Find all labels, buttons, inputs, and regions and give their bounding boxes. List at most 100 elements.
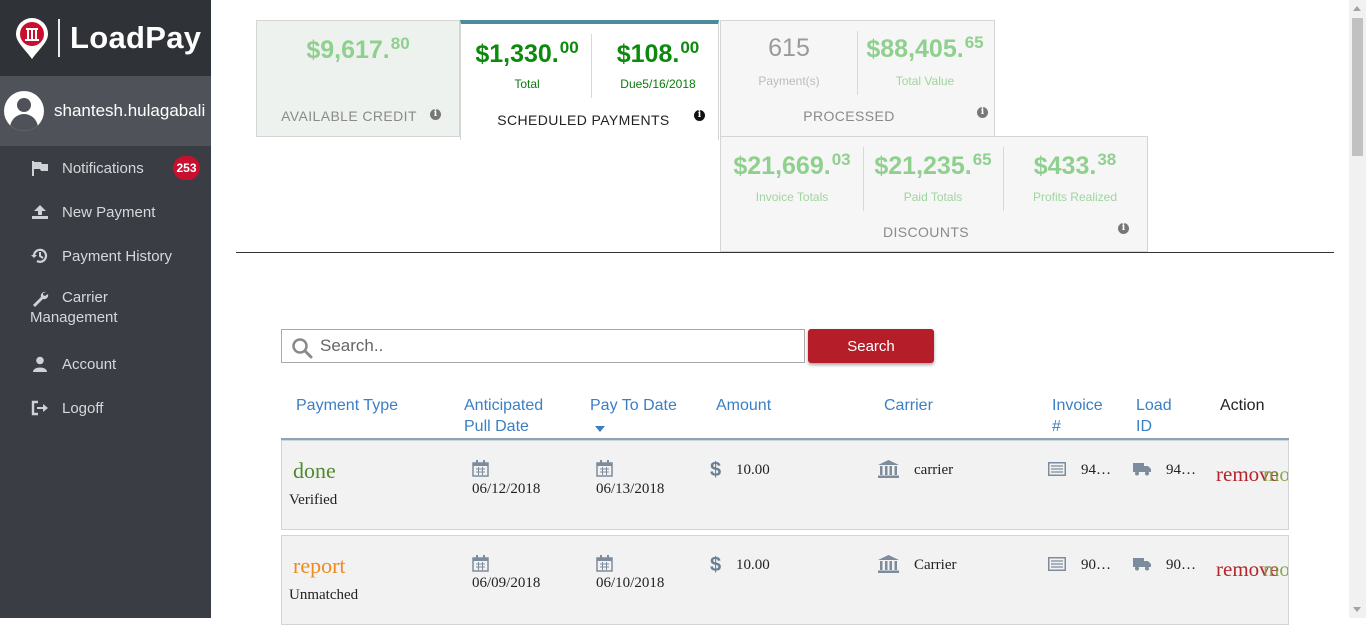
search-button[interactable]: Search — [808, 329, 934, 363]
notification-count-badge: 253 — [173, 156, 200, 180]
info-icon[interactable]: i — [694, 110, 705, 121]
carrier-name: Carrier — [914, 557, 957, 573]
dollar-icon: $ — [710, 554, 722, 576]
pull-date: 06/09/2018 — [472, 575, 541, 591]
invoice-number: 90… — [1081, 557, 1111, 573]
processed-value-amount: $88,405.65 — [866, 33, 984, 63]
payment-status: report — [293, 553, 346, 578]
column-header-action: Action — [1220, 397, 1265, 414]
calendar-icon — [596, 460, 613, 482]
scroll-down-icon[interactable] — [1353, 607, 1361, 612]
scheduled-total-amount: $1,330.00 — [475, 38, 579, 68]
table-row[interactable]: report Unmatched 06/09/2018 06/10/2018 $… — [281, 535, 1289, 625]
discount-profit-label: Profits Realized — [1032, 190, 1118, 204]
page-scrollbar[interactable] — [1349, 0, 1366, 618]
main-content: $9,617.80 AVAILABLE CREDIT i $1,330.00 T… — [211, 0, 1349, 625]
available-credit-amount: $9,617.80 — [306, 34, 410, 64]
truck-icon — [1133, 462, 1151, 481]
payment-status: done — [293, 458, 336, 483]
processed-count: 615 — [768, 34, 810, 62]
load-id: 90… — [1166, 557, 1196, 573]
bank-icon — [878, 555, 899, 578]
scheduled-payments-card[interactable]: $1,330.00 Total $108.00 Due5/16/2018 SCH… — [460, 20, 719, 140]
header-line: Invoice — [1052, 397, 1103, 414]
scheduled-total-label: Total — [514, 77, 540, 91]
amount: 10.00 — [736, 557, 770, 573]
dollar-icon: $ — [710, 459, 722, 481]
logout-icon — [30, 400, 50, 416]
sidebar-item-label: Account — [62, 355, 117, 373]
table-row[interactable]: done Verified 06/12/2018 06/13/2018 $ 10… — [281, 440, 1289, 530]
info-icon[interactable]: i — [1118, 223, 1129, 234]
column-header-invoice[interactable]: Invoice # — [1052, 395, 1103, 437]
column-header-payment-type[interactable]: Payment Type — [296, 395, 398, 416]
discount-invoice-label: Invoice Totals — [755, 190, 829, 204]
brand-name: LoadPay — [70, 20, 202, 55]
bank-icon — [878, 460, 899, 483]
sidebar-item-label: New Payment — [62, 203, 156, 221]
available-credit-caption: AVAILABLE CREDIT — [281, 108, 417, 124]
brand-logo[interactable]: LoadPay — [0, 0, 211, 76]
summary-divider — [236, 252, 1334, 253]
divider — [591, 34, 592, 98]
payment-sub-status: Unmatched — [289, 587, 359, 603]
sidebar-nav: Notifications New Payment Payment Histor… — [0, 146, 211, 430]
header-line: Anticipated — [464, 397, 544, 414]
discounts-caption: DISCOUNTS — [882, 224, 970, 240]
discount-invoice-amount: $21,669.03 — [733, 150, 851, 180]
processed-caption: PROCESSED — [803, 108, 895, 124]
sidebar-item-label: Notifications — [62, 159, 144, 177]
processed-value-label: Total Value — [895, 74, 955, 88]
processed-card[interactable]: 615 Payment(s) $88,405.65 Total Value PR… — [720, 20, 995, 137]
wrench-icon — [30, 289, 50, 307]
sidebar-item-payment-history[interactable]: Payment History — [0, 234, 211, 278]
column-header-carrier[interactable]: Carrier — [884, 395, 933, 416]
invoice-icon — [1048, 462, 1066, 481]
pull-date: 06/12/2018 — [472, 481, 541, 497]
user-icon — [30, 356, 50, 372]
column-header-amount[interactable]: Amount — [716, 395, 771, 416]
discount-profit-amount: $433.38 — [1033, 150, 1117, 180]
calendar-icon — [472, 555, 489, 577]
payment-sub-status: Verified — [289, 492, 338, 508]
column-header-pay-to-date[interactable]: Pay To Date — [590, 395, 677, 416]
sidebar-item-new-payment[interactable]: New Payment — [0, 190, 211, 234]
invoice-icon — [1048, 557, 1066, 576]
scheduled-due-label: Due5/16/2018 — [620, 77, 696, 91]
search-input[interactable] — [320, 334, 790, 358]
header-line: # — [1052, 418, 1061, 435]
available-credit-card[interactable]: $9,617.80 AVAILABLE CREDIT i — [256, 20, 460, 137]
mode-link[interactable]: mode_bir — [1263, 557, 1288, 582]
scheduled-payments-caption: SCHEDULED PAYMENTS — [497, 112, 670, 128]
pay-to-date: 06/10/2018 — [596, 575, 665, 591]
header-line: ID — [1136, 418, 1152, 435]
search-box[interactable] — [281, 329, 805, 363]
info-icon[interactable]: i — [430, 109, 441, 120]
upload-icon — [30, 204, 50, 220]
sidebar-item-label: Logoff — [62, 399, 104, 417]
sort-desc-icon[interactable] — [595, 426, 605, 432]
scroll-up-icon[interactable] — [1353, 6, 1361, 11]
discount-paid-amount: $21,235.65 — [874, 150, 992, 180]
carrier-name: carrier — [914, 462, 954, 478]
sidebar-item-carrier-management[interactable]: Carrier Management — [0, 278, 211, 342]
sidebar-item-account[interactable]: Account — [0, 342, 211, 386]
scrollbar-thumb[interactable] — [1352, 18, 1363, 156]
loadpay-logo-icon — [14, 18, 50, 59]
info-icon[interactable]: i — [977, 107, 988, 118]
flag-icon — [30, 160, 50, 176]
truck-icon — [1133, 557, 1151, 576]
column-header-pull-date[interactable]: Anticipated Pull Date — [464, 395, 543, 437]
mode-link[interactable]: mode_bir — [1263, 462, 1288, 487]
column-header-load-id[interactable]: Load ID — [1136, 395, 1172, 437]
header-line: Pull Date — [464, 418, 529, 435]
search-icon — [291, 337, 313, 364]
discounts-card[interactable]: $21,669.03 Invoice Totals $21,235.65 Pai… — [720, 136, 1148, 252]
brand-divider — [58, 19, 60, 57]
pay-to-date: 06/13/2018 — [596, 481, 665, 497]
load-id: 94… — [1166, 462, 1196, 478]
discount-paid-label: Paid Totals — [903, 190, 963, 204]
history-icon — [30, 247, 50, 265]
user-profile[interactable]: shantesh.hulagabali — [0, 76, 211, 146]
sidebar-item-logoff[interactable]: Logoff — [0, 386, 211, 430]
